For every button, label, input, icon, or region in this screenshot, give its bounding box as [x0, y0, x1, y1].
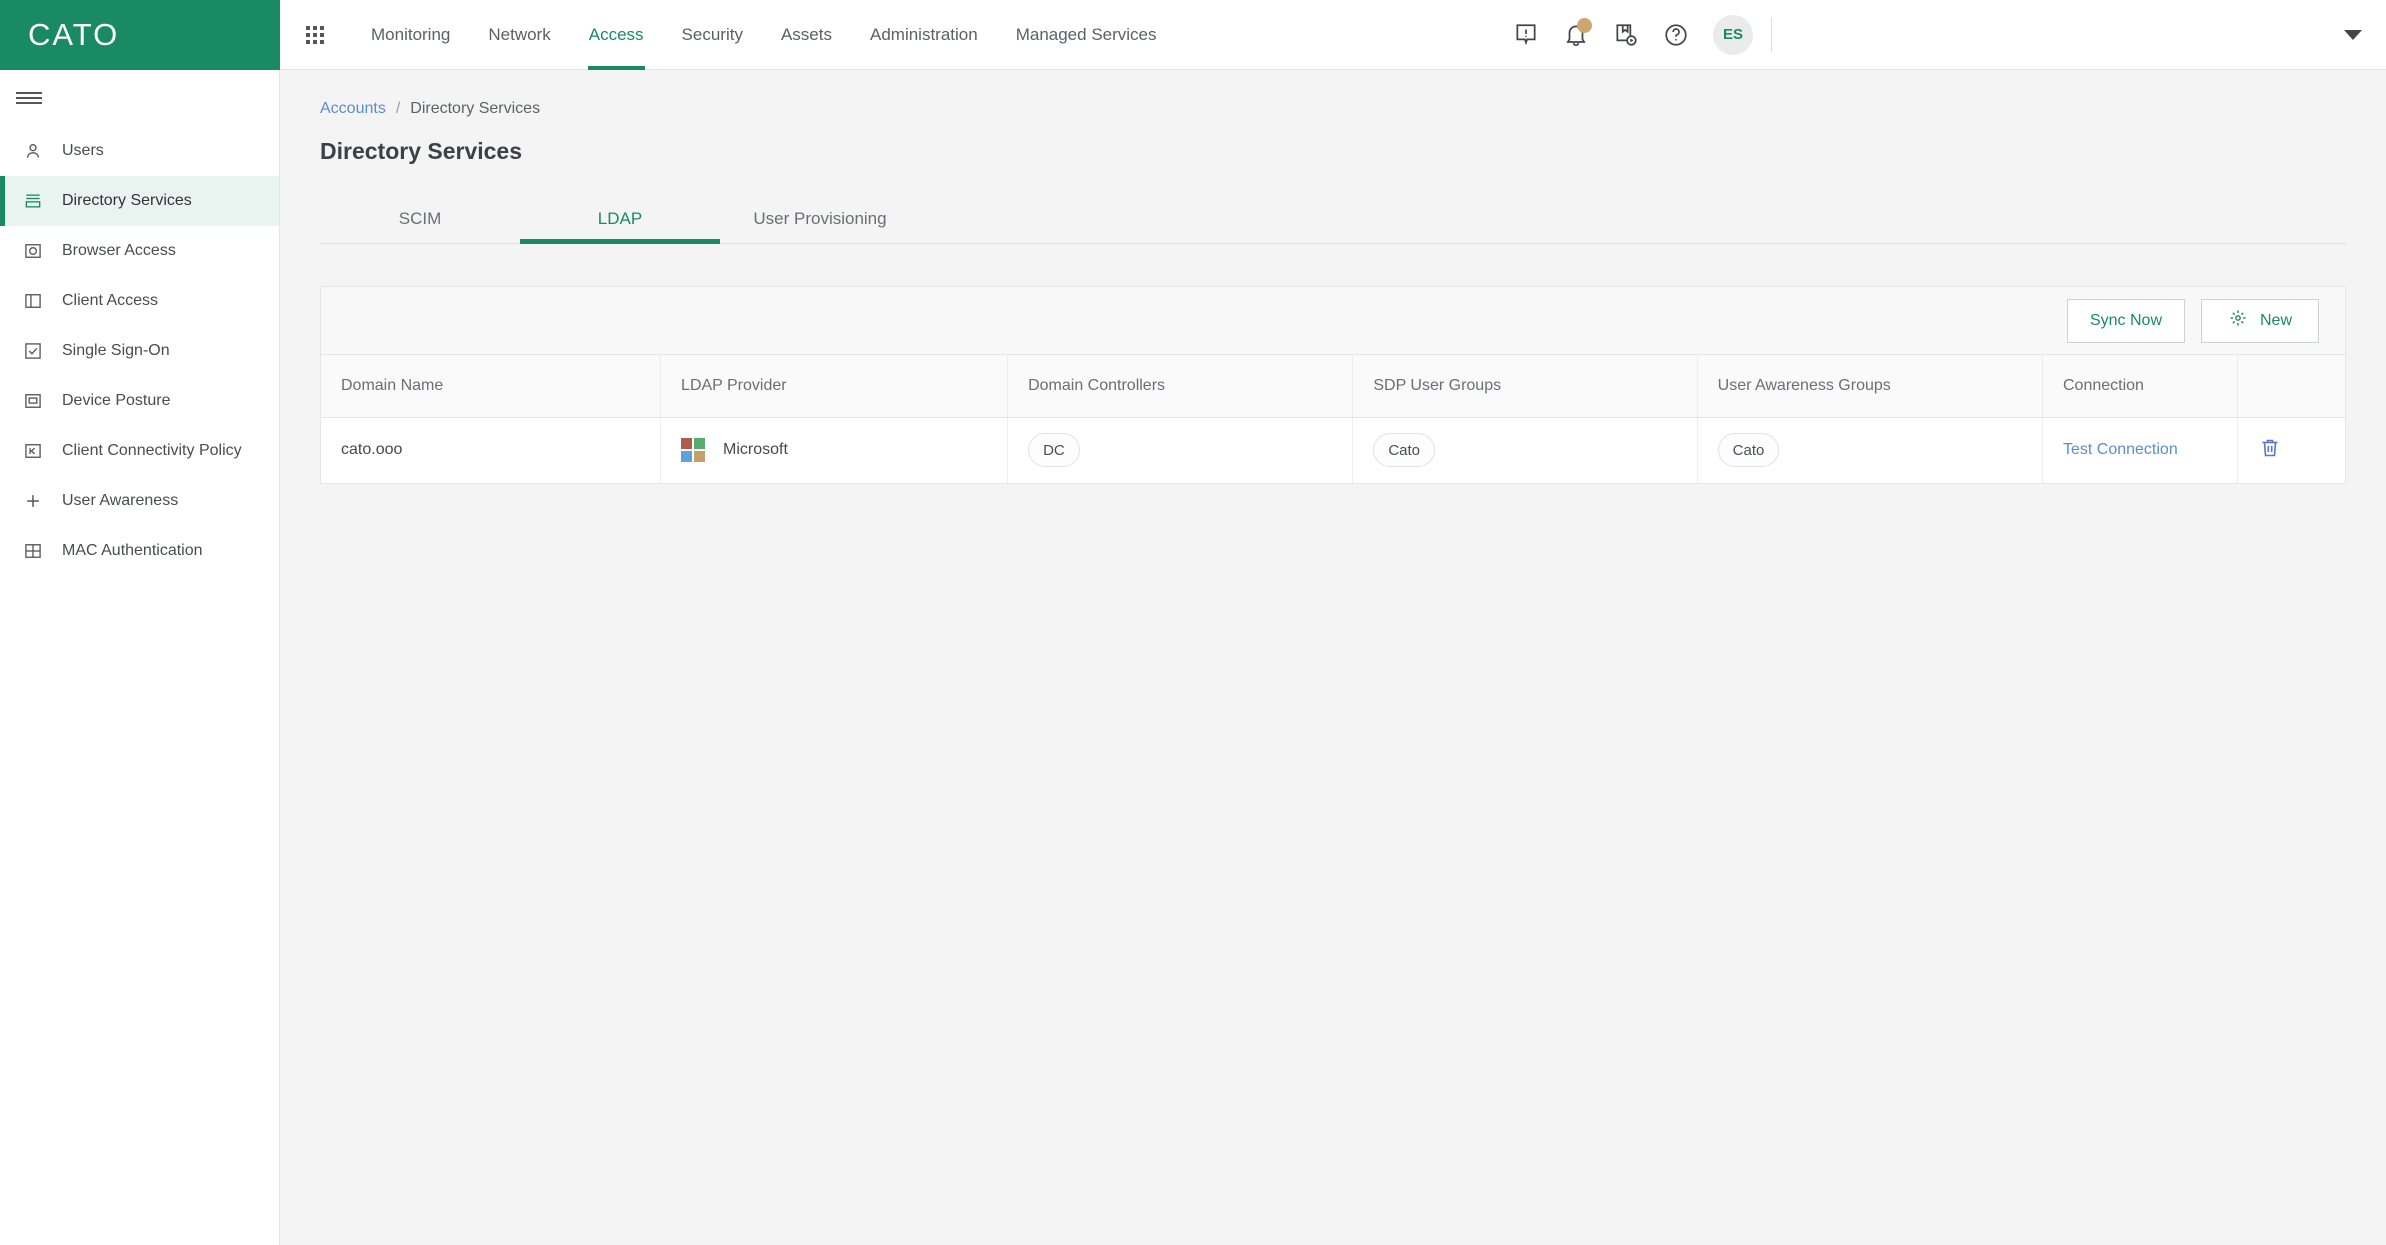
- breadcrumb-accounts[interactable]: Accounts: [320, 100, 386, 118]
- sidebar-item-label: Device Posture: [62, 392, 171, 409]
- nav-item-access[interactable]: Access: [570, 0, 663, 70]
- provider-name: Microsoft: [723, 441, 788, 459]
- sidebar-toggle-icon[interactable]: [0, 70, 279, 126]
- column-header-user-awareness-groups[interactable]: User Awareness Groups: [1697, 355, 2043, 418]
- notifications-bell-icon[interactable]: [1553, 12, 1599, 58]
- sidebar-item-directory-services[interactable]: Directory Services: [0, 176, 279, 226]
- sidebar-item-single-sign-on[interactable]: Single Sign-On: [0, 326, 279, 376]
- column-header-actions: [2237, 355, 2345, 418]
- column-header-domain-controllers[interactable]: Domain Controllers: [1007, 355, 1354, 418]
- sidebar-item-device-posture[interactable]: Device Posture: [0, 376, 279, 426]
- nav-item-managed-services[interactable]: Managed Services: [997, 0, 1176, 70]
- sidebar-item-label: Client Access: [62, 292, 159, 309]
- browser-icon: [22, 240, 44, 262]
- column-header-domain-name[interactable]: Domain Name: [321, 355, 662, 418]
- avatar[interactable]: ES: [1713, 14, 1753, 55]
- alert-icon[interactable]: [1503, 12, 1549, 58]
- sidebar-item-user-awareness[interactable]: User Awareness: [0, 476, 279, 526]
- cell-domain-controllers: DC: [1007, 417, 1354, 483]
- nav-item-assets[interactable]: Assets: [762, 0, 851, 70]
- connectivity-icon: [22, 440, 44, 462]
- sidebar-item-label: Directory Services: [62, 192, 192, 209]
- chip-user-awareness-group[interactable]: Cato: [1717, 433, 1780, 468]
- sidebar-item-users[interactable]: Users: [0, 126, 279, 176]
- ldap-table: Domain Name LDAP Provider Domain Control…: [321, 355, 2345, 483]
- sidebar-item-label: Single Sign-On: [62, 342, 170, 359]
- sync-now-button[interactable]: Sync Now: [2066, 298, 2185, 343]
- sparkle-icon: [2228, 308, 2248, 333]
- top-bar: CATO Monitoring Network Access Security …: [0, 0, 2386, 70]
- table-row[interactable]: cato.ooo Microsoft DC Cato Cato Test Con…: [321, 417, 2345, 483]
- sidebar-item-label: User Awareness: [62, 492, 179, 509]
- monitor-icon: [22, 390, 44, 412]
- nav-item-network[interactable]: Network: [469, 0, 569, 70]
- tab-bar: SCIM LDAP User Provisioning: [320, 199, 2346, 244]
- tab-ldap[interactable]: LDAP: [520, 199, 720, 244]
- breadcrumb: Accounts / Directory Services: [280, 70, 2386, 118]
- checkbox-icon: [22, 340, 44, 362]
- top-navigation: Monitoring Network Access Security Asset…: [280, 0, 1503, 70]
- new-button[interactable]: New: [2201, 298, 2319, 343]
- tab-user-provisioning[interactable]: User Provisioning: [720, 199, 920, 243]
- sidebar-item-mac-authentication[interactable]: MAC Authentication: [0, 526, 279, 576]
- table-header: Domain Name LDAP Provider Domain Control…: [321, 355, 2345, 418]
- microsoft-logo: [681, 438, 706, 463]
- breadcrumb-current: Directory Services: [410, 100, 541, 117]
- panel-icon: [22, 290, 44, 312]
- cell-connection: Test Connection: [2042, 417, 2239, 483]
- trash-icon[interactable]: [2258, 436, 2282, 465]
- table-header-row: Domain Name LDAP Provider Domain Control…: [321, 355, 2345, 418]
- nav-item-administration[interactable]: Administration: [851, 0, 997, 70]
- cell-sdp-user-groups: Cato: [1352, 417, 1698, 483]
- sidebar-item-client-access[interactable]: Client Access: [0, 276, 279, 326]
- sidebar-item-label: Client Connectivity Policy: [62, 442, 242, 459]
- nav-item-security[interactable]: Security: [663, 0, 762, 70]
- divider: [1771, 17, 1772, 52]
- chip-sdp-user-group[interactable]: Cato: [1373, 433, 1436, 468]
- column-header-ldap-provider[interactable]: LDAP Provider: [660, 355, 1009, 418]
- table-body: cato.ooo Microsoft DC Cato Cato Test Con…: [321, 417, 2345, 483]
- ldap-table-card: Sync Now New Domain Name LDAP Provider D…: [320, 286, 2346, 484]
- brand-logo[interactable]: CATO: [0, 0, 280, 70]
- grid-icon: [22, 540, 44, 562]
- plus-icon: [22, 490, 44, 512]
- cell-user-awareness-groups: Cato: [1697, 417, 2043, 483]
- table-toolbar: Sync Now New: [321, 287, 2345, 355]
- notification-badge: [1577, 17, 1592, 33]
- sidebar-item-label: MAC Authentication: [62, 542, 203, 559]
- column-header-connection[interactable]: Connection: [2042, 355, 2239, 418]
- breadcrumb-separator: /: [395, 100, 401, 117]
- help-icon[interactable]: [1653, 12, 1699, 58]
- page-title: Directory Services: [320, 138, 523, 164]
- cell-domain-name: cato.ooo: [321, 417, 662, 483]
- column-header-sdp-user-groups[interactable]: SDP User Groups: [1352, 355, 1698, 418]
- test-connection-link[interactable]: Test Connection: [2063, 441, 2178, 458]
- sidebar-item-label: Users: [62, 142, 104, 159]
- tab-scim[interactable]: SCIM: [320, 199, 520, 243]
- apps-grid-icon[interactable]: [298, 18, 332, 52]
- sidebar-item-browser-access[interactable]: Browser Access: [0, 226, 279, 276]
- sidebar: Users Directory Services Browser Access …: [0, 70, 280, 1245]
- cell-ldap-provider: Microsoft: [660, 417, 1009, 483]
- directory-icon: [22, 190, 44, 212]
- sidebar-item-client-connectivity-policy[interactable]: Client Connectivity Policy: [0, 426, 279, 476]
- brand-name: CATO: [28, 17, 120, 52]
- top-bar-actions: ES: [1503, 0, 2386, 69]
- user-icon: [22, 140, 44, 162]
- new-button-label: New: [2259, 311, 2292, 329]
- chevron-down-icon[interactable]: [2344, 29, 2362, 40]
- chip-domain-controller[interactable]: DC: [1028, 433, 1080, 468]
- sidebar-item-label: Browser Access: [62, 242, 176, 259]
- cell-actions: [2238, 417, 2345, 483]
- nav-item-monitoring[interactable]: Monitoring: [352, 0, 469, 70]
- whats-new-icon[interactable]: [1603, 12, 1649, 58]
- main-content: Accounts / Directory Services Directory …: [280, 70, 2386, 1245]
